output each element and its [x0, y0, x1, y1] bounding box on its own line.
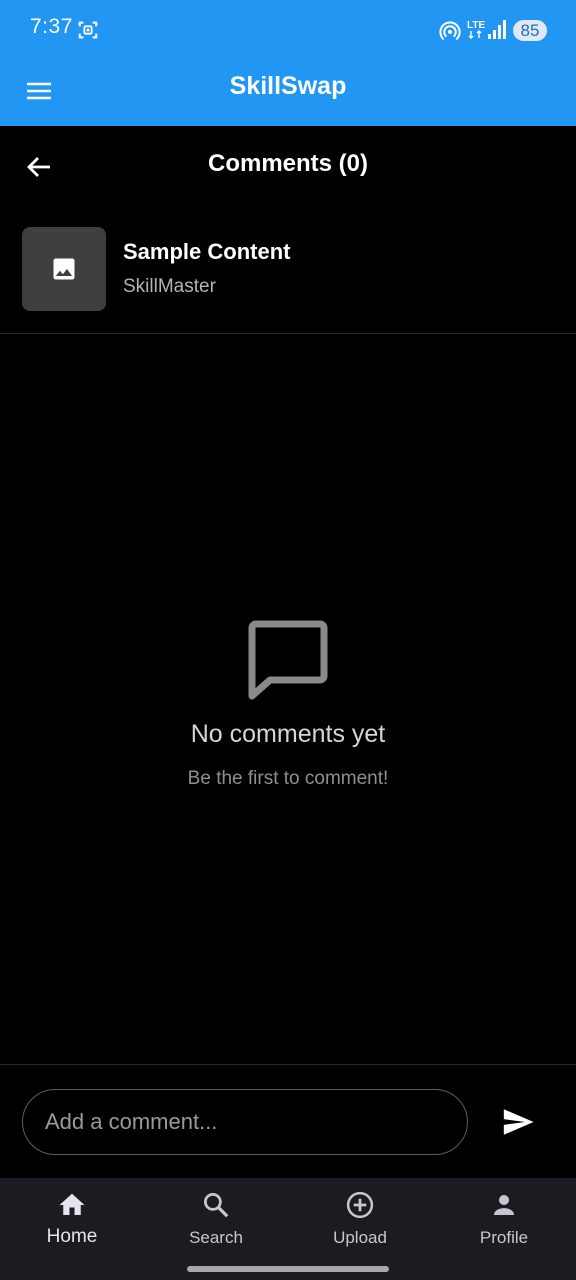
- image-icon: [53, 258, 75, 280]
- screenshot-icon: [77, 19, 99, 41]
- app-title: SkillSwap: [229, 72, 347, 100]
- nav-upload[interactable]: Upload: [288, 1178, 432, 1258]
- app-bar: SkillSwap: [0, 58, 576, 126]
- home-indicator: [187, 1266, 389, 1272]
- signal-icon: [488, 20, 506, 40]
- send-icon: [503, 1109, 534, 1135]
- empty-title: No comments yet: [190, 720, 386, 748]
- chat-bubble-icon: [246, 610, 330, 700]
- bottom-nav: Home Search Upload Profile: [0, 1178, 576, 1280]
- person-icon: [494, 1195, 514, 1215]
- nav-home-label: Home: [46, 1226, 98, 1247]
- hotspot-icon: [439, 20, 461, 42]
- nav-search-label: Search: [189, 1228, 243, 1247]
- lte-label: LTE: [467, 20, 485, 31]
- content-thumbnail: [22, 227, 106, 311]
- search-icon: [204, 1193, 229, 1218]
- content-title: Sample Content: [123, 239, 291, 264]
- comment-input[interactable]: [22, 1089, 468, 1155]
- page-title: Comments (0): [207, 150, 369, 177]
- content-author: SkillMaster: [123, 276, 216, 297]
- status-bar: 7:37 LTE 85: [0, 0, 576, 58]
- status-time: 7:37: [30, 15, 73, 38]
- add-circle-icon: [346, 1191, 374, 1219]
- nav-search[interactable]: Search: [144, 1178, 288, 1258]
- nav-profile[interactable]: Profile: [432, 1178, 576, 1258]
- lte-icon: LTE: [466, 18, 486, 40]
- nav-profile-label: Profile: [479, 1228, 529, 1247]
- nav-home[interactable]: Home: [0, 1178, 144, 1258]
- send-button[interactable]: [500, 1105, 540, 1141]
- page-header: Comments (0): [0, 126, 576, 206]
- content-info[interactable]: Sample Content SkillMaster: [0, 206, 576, 334]
- empty-subtitle: Be the first to comment!: [187, 768, 389, 789]
- comment-input-area: [0, 1064, 576, 1179]
- nav-upload-label: Upload: [333, 1228, 387, 1247]
- home-icon: [59, 1193, 85, 1215]
- battery-icon: 85: [513, 20, 547, 41]
